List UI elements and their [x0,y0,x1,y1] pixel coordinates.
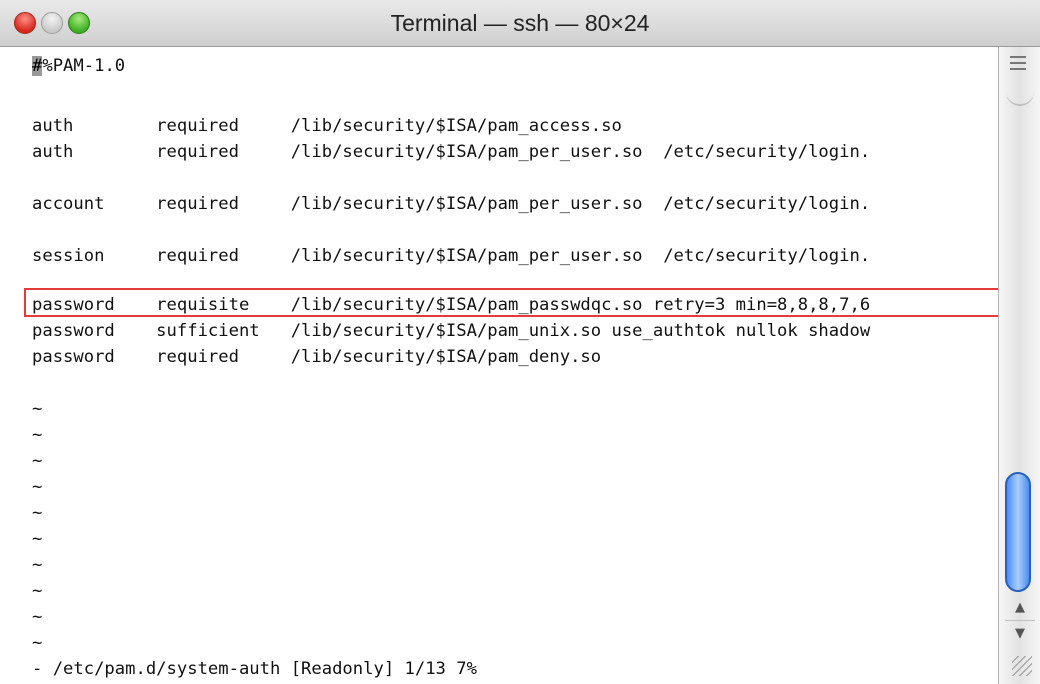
highlight-box [24,288,1007,317]
terminal-line: session required /lib/security/$ISA/pam_… [32,246,871,266]
scroll-down-icon[interactable]: ▼ [1005,622,1035,646]
split-pane-icon[interactable] [1010,56,1026,70]
empty-line-tilde: ~ [32,399,43,419]
terminal-window: Terminal — ssh — 80×24 #%PAM-1.0 auth re… [0,0,1040,684]
terminal-line: auth required /lib/security/$ISA/pam_per… [32,142,871,162]
empty-line-tilde: ~ [32,555,43,575]
terminal-content[interactable]: #%PAM-1.0 auth required /lib/security/$I… [0,47,1007,684]
terminal-line: auth required /lib/security/$ISA/pam_acc… [32,116,622,136]
window-title: Terminal — ssh — 80×24 [390,10,650,36]
terminal-line: password sufficient /lib/security/$ISA/p… [32,321,871,341]
text-cursor: # [32,56,43,76]
terminal-line-text: %PAM-1.0 [42,56,126,76]
empty-line-tilde: ~ [32,503,43,523]
empty-line-tilde: ~ [32,451,43,471]
resize-grip-icon[interactable] [1012,656,1032,676]
title-bar[interactable]: Terminal — ssh — 80×24 [0,0,1040,47]
terminal-line: account required /lib/security/$ISA/pam_… [32,194,871,214]
status-line: - /etc/pam.d/system-auth [Readonly] 1/13… [32,659,477,679]
empty-line-tilde: ~ [32,581,43,601]
empty-line-tilde: ~ [32,633,43,653]
empty-line-tilde: ~ [32,529,43,549]
scroll-up-icon[interactable]: ▲ [1005,596,1035,621]
empty-line-tilde: ~ [32,607,43,627]
terminal-line: #%PAM-1.0 [32,53,125,79]
empty-line-tilde: ~ [32,425,43,445]
empty-line-tilde: ~ [32,477,43,497]
terminal-line: password required /lib/security/$ISA/pam… [32,347,602,367]
scroll-track-top [1006,78,1034,106]
scroll-thumb[interactable] [1005,472,1031,592]
